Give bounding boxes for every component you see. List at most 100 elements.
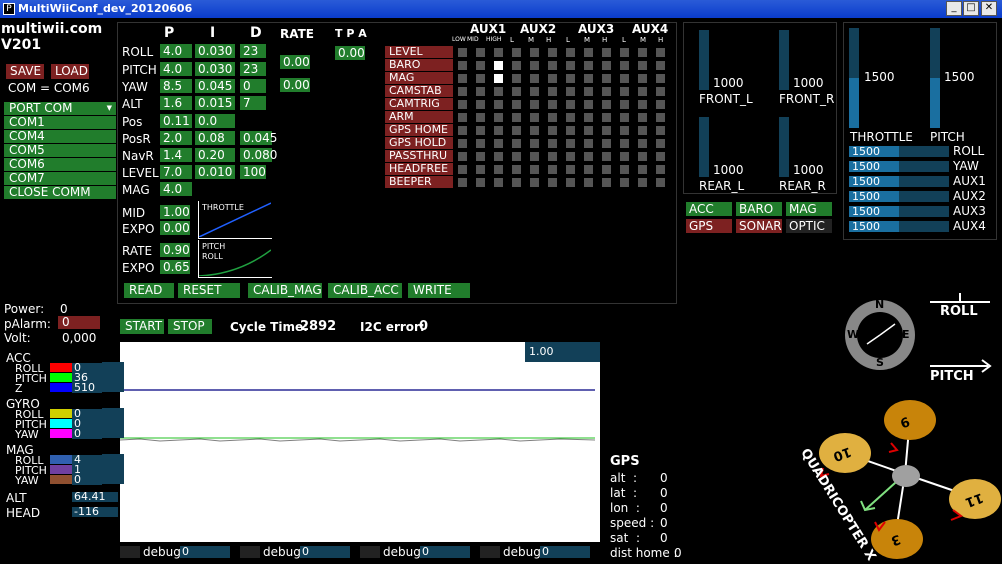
port-item[interactable]: COM1 bbox=[4, 116, 116, 129]
pid-i-value[interactable]: 0.030 bbox=[195, 62, 235, 76]
aux-checkbox[interactable] bbox=[476, 178, 485, 187]
aux-checkbox[interactable] bbox=[530, 152, 539, 161]
mid-value[interactable]: 1.00 bbox=[160, 205, 190, 219]
aux-checkbox[interactable] bbox=[638, 48, 647, 57]
aux-checkbox[interactable] bbox=[548, 126, 557, 135]
aux-checkbox[interactable] bbox=[566, 113, 575, 122]
aux-checkbox[interactable] bbox=[602, 139, 611, 148]
aux-checkbox[interactable] bbox=[620, 152, 629, 161]
aux-checkbox[interactable] bbox=[458, 87, 467, 96]
aux-checkbox[interactable] bbox=[602, 113, 611, 122]
aux-checkbox[interactable] bbox=[548, 113, 557, 122]
aux-checkbox[interactable] bbox=[476, 113, 485, 122]
aux-checkbox[interactable] bbox=[548, 74, 557, 83]
aux-checkbox[interactable] bbox=[494, 48, 503, 57]
aux-checkbox[interactable] bbox=[584, 126, 593, 135]
aux-checkbox[interactable] bbox=[566, 152, 575, 161]
aux-checkbox[interactable] bbox=[476, 152, 485, 161]
save-button[interactable]: SAVE bbox=[6, 64, 44, 79]
aux-checkbox[interactable] bbox=[620, 113, 629, 122]
port-item[interactable]: COM5 bbox=[4, 144, 116, 157]
aux-checkbox[interactable] bbox=[566, 87, 575, 96]
aux-checkbox[interactable] bbox=[476, 61, 485, 70]
aux-checkbox[interactable] bbox=[656, 165, 665, 174]
aux-checkbox[interactable] bbox=[638, 61, 647, 70]
aux-checkbox[interactable] bbox=[656, 152, 665, 161]
aux-checkbox[interactable] bbox=[656, 113, 665, 122]
aux-checkbox[interactable] bbox=[512, 126, 521, 135]
aux-checkbox[interactable] bbox=[512, 152, 521, 161]
load-button[interactable]: LOAD bbox=[51, 64, 89, 79]
aux-checkbox[interactable] bbox=[602, 100, 611, 109]
aux-checkbox[interactable] bbox=[476, 165, 485, 174]
aux-checkbox[interactable] bbox=[530, 48, 539, 57]
pid-p-value[interactable]: 2.0 bbox=[160, 131, 192, 145]
pid-p-value[interactable]: 0.11 bbox=[160, 114, 192, 128]
rate-yaw-value[interactable]: 0.00 bbox=[280, 78, 310, 92]
aux-checkbox[interactable] bbox=[620, 74, 629, 83]
aux-checkbox[interactable] bbox=[530, 74, 539, 83]
aux-checkbox[interactable] bbox=[458, 48, 467, 57]
aux-checkbox[interactable] bbox=[638, 74, 647, 83]
aux-checkbox[interactable] bbox=[494, 61, 503, 70]
aux-checkbox[interactable] bbox=[602, 61, 611, 70]
aux-checkbox[interactable] bbox=[584, 178, 593, 187]
aux-checkbox[interactable] bbox=[638, 165, 647, 174]
pid-d-value[interactable]: 0.045 bbox=[240, 131, 277, 145]
aux-checkbox[interactable] bbox=[656, 100, 665, 109]
aux-checkbox[interactable] bbox=[476, 74, 485, 83]
aux-checkbox[interactable] bbox=[602, 48, 611, 57]
port-item[interactable]: COM7 bbox=[4, 172, 116, 185]
aux-checkbox[interactable] bbox=[584, 152, 593, 161]
aux-checkbox[interactable] bbox=[584, 48, 593, 57]
aux-checkbox[interactable] bbox=[530, 139, 539, 148]
pid-p-value[interactable]: 7.0 bbox=[160, 165, 192, 179]
aux-checkbox[interactable] bbox=[494, 87, 503, 96]
aux-checkbox[interactable] bbox=[530, 100, 539, 109]
aux-checkbox[interactable] bbox=[494, 152, 503, 161]
aux-checkbox[interactable] bbox=[584, 113, 593, 122]
aux-checkbox[interactable] bbox=[494, 178, 503, 187]
pid-p-value[interactable]: 4.0 bbox=[160, 62, 192, 76]
pid-d-value[interactable]: 100 bbox=[240, 165, 266, 179]
pid-d-value[interactable]: 23 bbox=[240, 44, 266, 58]
pid-d-value[interactable]: 0 bbox=[240, 79, 266, 93]
aux-checkbox[interactable] bbox=[656, 126, 665, 135]
tpa-value[interactable]: 0.00 bbox=[335, 46, 365, 60]
aux-checkbox[interactable] bbox=[620, 100, 629, 109]
aux-checkbox[interactable] bbox=[458, 100, 467, 109]
aux-checkbox[interactable] bbox=[584, 139, 593, 148]
pid-i-value[interactable]: 0.010 bbox=[195, 165, 235, 179]
aux-checkbox[interactable] bbox=[620, 139, 629, 148]
aux-checkbox[interactable] bbox=[458, 152, 467, 161]
aux-checkbox[interactable] bbox=[584, 61, 593, 70]
rate-rp-value[interactable]: 0.00 bbox=[280, 55, 310, 69]
throttle-expo-value[interactable]: 0.00 bbox=[160, 221, 190, 235]
aux-checkbox[interactable] bbox=[548, 165, 557, 174]
aux-checkbox[interactable] bbox=[638, 178, 647, 187]
pid-p-value[interactable]: 4.0 bbox=[160, 44, 192, 58]
aux-checkbox[interactable] bbox=[638, 113, 647, 122]
aux-checkbox[interactable] bbox=[620, 48, 629, 57]
aux-checkbox[interactable] bbox=[638, 139, 647, 148]
rc-expo-value[interactable]: 0.65 bbox=[160, 260, 190, 274]
pid-d-value[interactable]: 0.080 bbox=[240, 148, 277, 162]
aux-checkbox[interactable] bbox=[476, 126, 485, 135]
aux-checkbox[interactable] bbox=[494, 100, 503, 109]
aux-checkbox[interactable] bbox=[566, 139, 575, 148]
port-com-dropdown[interactable]: PORT COM ▼ bbox=[4, 102, 116, 115]
aux-checkbox[interactable] bbox=[566, 126, 575, 135]
stop-button[interactable]: STOP bbox=[168, 319, 212, 334]
aux-checkbox[interactable] bbox=[656, 87, 665, 96]
aux-checkbox[interactable] bbox=[512, 100, 521, 109]
pid-p-value[interactable]: 4.0 bbox=[160, 182, 192, 196]
aux-checkbox[interactable] bbox=[476, 100, 485, 109]
aux-checkbox[interactable] bbox=[584, 87, 593, 96]
pid-p-value[interactable]: 1.6 bbox=[160, 96, 192, 110]
aux-checkbox[interactable] bbox=[458, 165, 467, 174]
aux-checkbox[interactable] bbox=[458, 178, 467, 187]
palarm-input[interactable]: 0 bbox=[58, 316, 100, 329]
aux-checkbox[interactable] bbox=[620, 178, 629, 187]
aux-checkbox[interactable] bbox=[656, 61, 665, 70]
pid-i-value[interactable]: 0.20 bbox=[195, 148, 235, 162]
